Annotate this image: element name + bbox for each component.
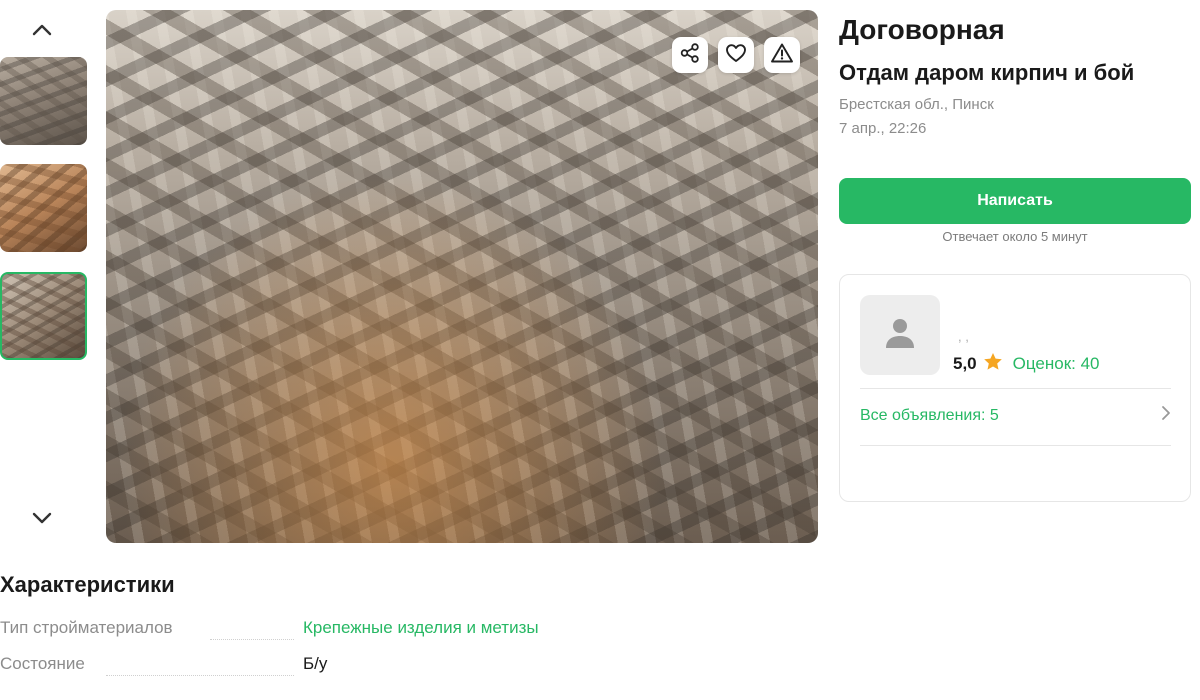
star-icon (983, 352, 1003, 376)
location: Брестская обл., Пинск (839, 96, 994, 113)
report-button[interactable] (764, 37, 800, 73)
divider (860, 445, 1171, 446)
spec-value-material-type[interactable]: Крепежные изделия и метизы (303, 618, 539, 638)
thumbnail-3-selected[interactable] (0, 272, 87, 360)
chevron-down-icon[interactable] (28, 504, 56, 532)
seller-card: , , 5,0 Оценок: 40 Все объявления: 5 (839, 274, 1191, 502)
price: Договорная (839, 14, 1005, 45)
listing-title: Отдам даром кирпич и бой (839, 60, 1135, 85)
specs-title: Характеристики (0, 572, 175, 597)
spec-label-condition: Состояние (0, 654, 85, 673)
share-icon (679, 42, 701, 69)
spec-row: Тип стройматериалов Крепежные изделия и … (0, 618, 700, 642)
chevron-up-icon[interactable] (28, 16, 56, 44)
write-message-button[interactable]: Написать (839, 178, 1191, 224)
chevron-right-icon (1161, 405, 1171, 426)
share-button[interactable] (672, 37, 708, 73)
all-ads-label: Все объявления: 5 (860, 406, 999, 424)
dotted-leader (210, 639, 294, 640)
divider (860, 388, 1171, 389)
thumbnail-1[interactable] (0, 57, 87, 145)
seller-name[interactable]: , , (958, 329, 969, 344)
thumbnail-strip (0, 0, 92, 545)
main-photo[interactable] (106, 10, 818, 543)
rating-value: 5,0 (953, 354, 977, 373)
favorite-button[interactable] (718, 37, 754, 73)
reply-time-note: Отвечает около 5 минут (942, 229, 1088, 244)
all-ads-link[interactable]: Все объявления: 5 (860, 405, 1171, 426)
posted-date: 7 апр., 22:26 (839, 120, 927, 137)
avatar[interactable] (860, 295, 940, 375)
heart-icon (725, 43, 747, 68)
spec-row: Состояние Б/у (0, 654, 700, 678)
spec-value-condition: Б/у (303, 654, 328, 673)
reviews-link[interactable]: Оценок: 40 (1013, 354, 1100, 374)
dotted-leader (106, 675, 294, 676)
warning-icon (770, 42, 794, 69)
seller-rating: 5,0 Оценок: 40 (953, 352, 1100, 376)
photo-actions (672, 37, 800, 73)
spec-label-material-type: Тип стройматериалов (0, 618, 173, 637)
user-icon (881, 314, 919, 357)
thumbnail-2[interactable] (0, 164, 87, 252)
